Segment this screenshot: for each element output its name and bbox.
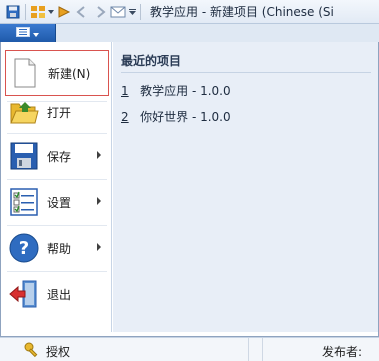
menu-item-exit-label: 退出 xyxy=(47,287,72,302)
app-icon[interactable] xyxy=(29,3,47,21)
recent-projects-panel: 最近的项目 1 教学应用 - 1.0.0 2 你好世界 - 1.0.0 xyxy=(113,42,378,332)
title-bar: 教学应用 - 新建项目 (Chinese (Si xyxy=(0,0,379,24)
recent-project-index: 2 xyxy=(121,110,129,124)
auth-item[interactable]: 授权 xyxy=(24,342,70,361)
menu-item-save[interactable]: 保存 xyxy=(1,133,112,179)
key-icon xyxy=(24,342,40,361)
help-icon: ? xyxy=(8,232,40,264)
publisher-label: 发布者: xyxy=(322,345,363,359)
toolbar-separator xyxy=(25,3,26,20)
forward-icon[interactable] xyxy=(91,3,109,21)
menu-item-new-label: 新建(N) xyxy=(48,66,91,81)
menu-item-open[interactable]: 打开 xyxy=(1,89,112,135)
svg-text:?: ? xyxy=(19,238,29,259)
menu-item-exit[interactable]: 退出 xyxy=(1,271,112,317)
auth-label: 授权 xyxy=(46,345,71,359)
menu-item-help-label: 帮助 xyxy=(47,241,72,256)
menu-item-save-label: 保存 xyxy=(47,149,72,164)
application-menu-button[interactable] xyxy=(0,24,56,42)
window-title: 教学应用 - 新建项目 (Chinese (Si xyxy=(150,5,334,19)
backstage-panel: 新建(N) 打开 保存 设置 ? 帮助 退出 最近的项目 1 教学应用 - 1.… xyxy=(0,42,379,337)
recent-project-item[interactable]: 2 你好世界 - 1.0.0 xyxy=(121,108,231,125)
chevron-down-icon xyxy=(33,26,39,40)
recent-project-item[interactable]: 1 教学应用 - 1.0.0 xyxy=(121,82,231,99)
recent-project-name: 教学应用 - 1.0.0 xyxy=(140,84,231,98)
backstage-menu: 新建(N) 打开 保存 设置 ? 帮助 退出 xyxy=(1,42,112,332)
back-icon[interactable] xyxy=(73,3,91,21)
recent-project-name: 你好世界 - 1.0.0 xyxy=(140,110,231,124)
menu-item-open-label: 打开 xyxy=(47,105,72,120)
toolbar-separator xyxy=(140,3,141,20)
submenu-arrow-icon xyxy=(97,197,101,205)
mail-icon[interactable] xyxy=(109,3,127,21)
new-document-icon xyxy=(9,57,41,89)
document-menu-icon xyxy=(16,26,30,40)
save-icon[interactable] xyxy=(4,3,22,21)
exit-icon xyxy=(8,278,40,310)
underlying-window-strip: 授权 发布者: xyxy=(0,337,379,361)
save-disk-icon xyxy=(8,140,40,172)
menu-item-help[interactable]: ? 帮助 xyxy=(1,225,112,271)
settings-checklist-icon xyxy=(8,186,40,218)
column-divider xyxy=(248,338,249,361)
debug-icon[interactable] xyxy=(55,3,73,21)
menu-item-settings[interactable]: 设置 xyxy=(1,179,112,225)
recent-divider xyxy=(121,72,371,73)
dropdown-arrow-icon[interactable] xyxy=(47,3,55,21)
submenu-arrow-icon xyxy=(97,151,101,159)
menu-item-settings-label: 设置 xyxy=(47,195,72,210)
ribbon-tab-row xyxy=(0,24,379,42)
submenu-arrow-icon xyxy=(97,243,101,251)
recent-projects-title: 最近的项目 xyxy=(121,54,182,68)
open-folder-icon xyxy=(8,96,40,128)
customize-icon[interactable] xyxy=(127,3,137,21)
column-divider xyxy=(262,338,263,361)
recent-project-index: 1 xyxy=(121,84,129,98)
